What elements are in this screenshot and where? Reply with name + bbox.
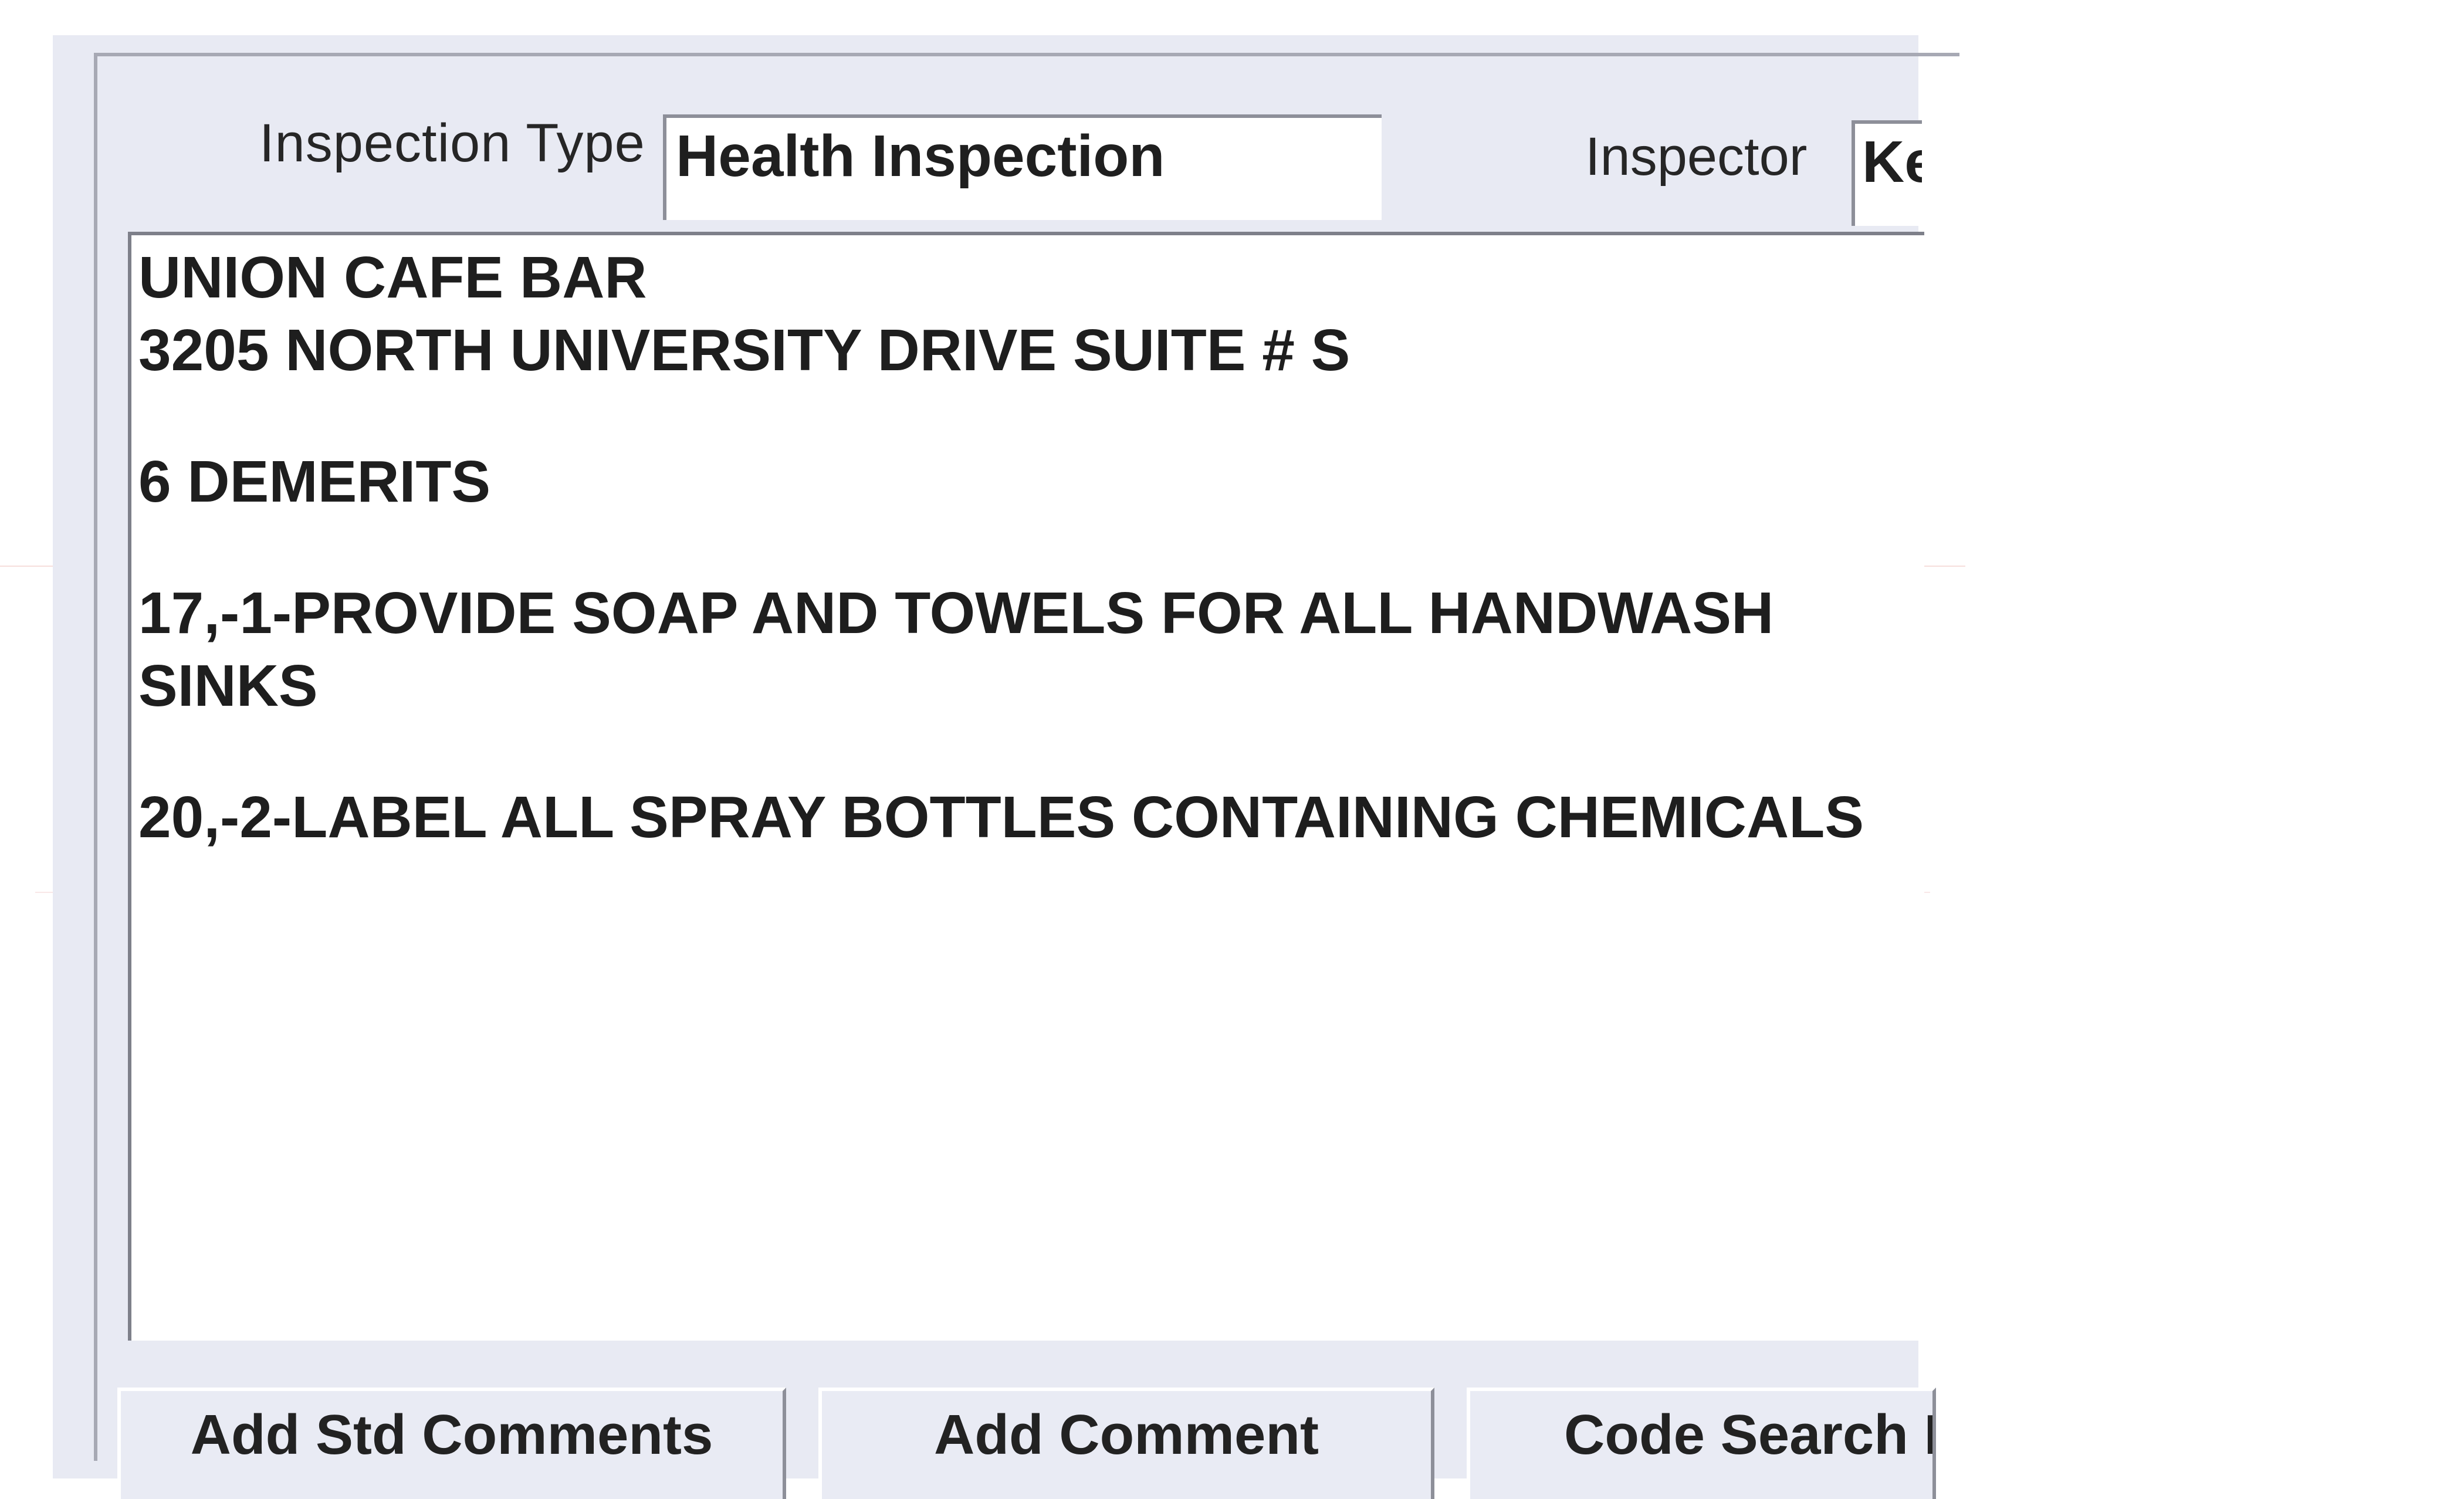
comment-line-demerits: 6 DEMERITS [138,449,491,515]
button-row: Add Std Comments Add Comment Code Search… [117,1388,1936,1499]
inspector-field[interactable]: Ke [1852,120,1922,226]
inspector-label: Inspector [1585,127,1808,187]
add-std-comments-label: Add Std Comments [190,1403,713,1466]
add-std-comments-button[interactable]: Add Std Comments [117,1388,786,1499]
inspection-type-label: Inspection Type [259,113,645,173]
add-comment-button[interactable]: Add Comment [818,1388,1434,1499]
comment-line-violation-17: 17,-1-PROVIDE SOAP AND TOWELS FOR ALL HA… [138,580,1774,719]
comment-line-violation-20: 20,-2-LABEL ALL SPRAY BOTTLES CONTAINING… [138,784,1864,850]
add-comment-label: Add Comment [934,1403,1319,1466]
inspection-type-field[interactable]: Health Inspection [663,114,1382,220]
comment-line-address: 3205 NORTH UNIVERSITY DRIVE SUITE # S [138,317,1351,383]
code-search-label: Code Search Li [1564,1403,1936,1466]
comment-line-business-name: UNION CAFE BAR [138,245,647,310]
comments-textarea[interactable]: UNION CAFE BAR 3205 NORTH UNIVERSITY DRI… [128,232,1924,1341]
code-search-button[interactable]: Code Search Li [1467,1388,1936,1499]
